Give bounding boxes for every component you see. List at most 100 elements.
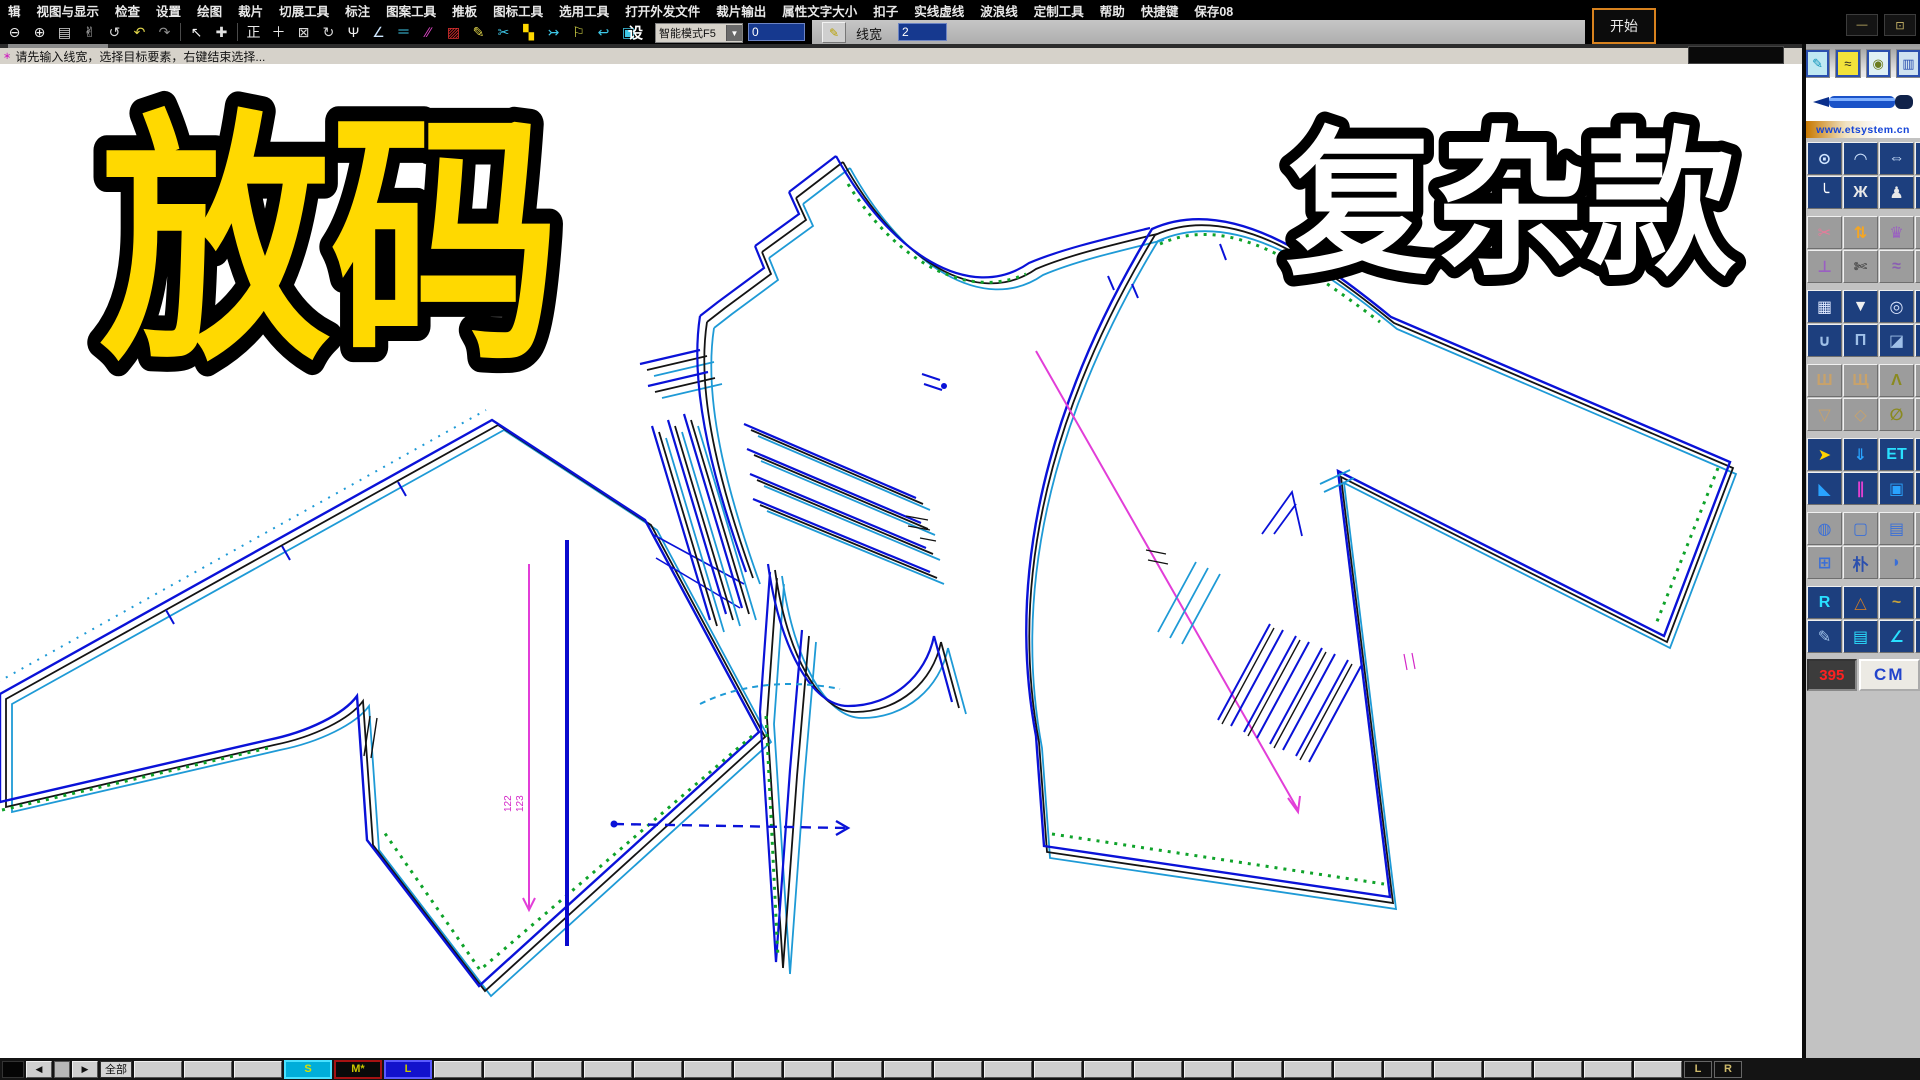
- linewidth-input[interactable]: [898, 23, 947, 41]
- funnel-garment-icon[interactable]: ▼: [1843, 290, 1878, 323]
- angle-points-icon[interactable]: ∠: [1879, 620, 1914, 653]
- hem-tool-icon[interactable]: ◫: [1915, 176, 1920, 209]
- menu-item[interactable]: 设置: [148, 1, 189, 20]
- chevron-down-icon[interactable]: ▼: [726, 25, 742, 41]
- menu-item[interactable]: 辑: [0, 1, 29, 20]
- black-scissors-icon[interactable]: ✄: [1843, 250, 1878, 283]
- menu-item[interactable]: 扣子: [865, 1, 906, 20]
- cut-figure-icon[interactable]: ✂: [491, 21, 516, 43]
- dart-funnel-icon[interactable]: ▽: [1807, 398, 1842, 431]
- flag-icon[interactable]: ⚐: [566, 21, 591, 43]
- scroll-right-button[interactable]: ▶: [72, 1061, 98, 1078]
- pattern-canvas[interactable]: 122 123 放码 复杂款: [0, 64, 1802, 1058]
- screen-view-icon[interactable]: ▤: [52, 21, 77, 43]
- shift-tool-icon[interactable]: ⇒: [1915, 438, 1920, 471]
- flip-piece-icon[interactable]: ⇄: [1915, 472, 1920, 505]
- calc-tool-icon[interactable]: ▤: [1843, 620, 1878, 653]
- point-curve-tool-icon[interactable]: ◠: [1843, 142, 1878, 175]
- punch-tool-icon[interactable]: ⊥: [1807, 250, 1842, 283]
- hatch-icon[interactable]: ▨: [441, 21, 466, 43]
- pen-tool-button[interactable]: ✎: [822, 22, 846, 43]
- et-move-icon[interactable]: ET: [1879, 438, 1914, 471]
- dart-line-icon[interactable]: ∖: [1915, 398, 1920, 431]
- menu-item[interactable]: 图标工具: [485, 1, 551, 20]
- size-cell[interactable]: M*: [334, 1060, 382, 1079]
- parallel-icon[interactable]: ＝: [391, 21, 416, 43]
- grade-arrow-icon[interactable]: ➤: [1807, 438, 1842, 471]
- triangle-marker-icon[interactable]: △: [1843, 586, 1878, 619]
- pink-scissors-icon[interactable]: ✂: [1807, 216, 1842, 249]
- dart-mark-icon[interactable]: ▲: [1915, 364, 1920, 397]
- undo-icon[interactable]: ↶: [127, 21, 152, 43]
- menu-item[interactable]: 保存08: [1186, 1, 1241, 20]
- pleat-fold-icon[interactable]: Щ: [1843, 364, 1878, 397]
- skirt-piece-icon[interactable]: ◩: [1915, 324, 1920, 357]
- pan-hand-icon[interactable]: ✌: [77, 21, 102, 43]
- spiral-tool-icon[interactable]: ◎: [1879, 290, 1914, 323]
- curve-preset-icon[interactable]: ≈: [1836, 50, 1859, 77]
- menu-item[interactable]: 图案工具: [378, 1, 444, 20]
- pen-preset-icon[interactable]: ✎: [1806, 50, 1829, 77]
- point-link-icon[interactable]: ∴: [1915, 620, 1920, 653]
- edge-tool-icon[interactable]: ◨: [1915, 142, 1920, 175]
- radius-measure-icon[interactable]: R: [1807, 586, 1842, 619]
- select-arrow-icon[interactable]: ↖: [184, 21, 209, 43]
- size-cell[interactable]: S: [284, 1060, 332, 1079]
- symmetry-tool-icon[interactable]: Ж: [1843, 176, 1878, 209]
- jacket-piece-icon[interactable]: ◪: [1879, 324, 1914, 357]
- color-quad-icon[interactable]: ▚: [516, 21, 541, 43]
- menu-item[interactable]: 打开外发文件: [617, 1, 708, 20]
- magnifier-tool-icon[interactable]: ⊙: [1807, 142, 1842, 175]
- pink-lines-icon[interactable]: ∕∕: [416, 21, 441, 43]
- minimize-button[interactable]: —: [1846, 14, 1878, 36]
- fork-tool-icon[interactable]: Ψ: [341, 21, 366, 43]
- hook-curve-icon[interactable]: ↩: [591, 21, 616, 43]
- pen-spark-icon[interactable]: ✎: [1807, 620, 1842, 653]
- mark-pen-icon[interactable]: ✎: [466, 21, 491, 43]
- angle-line-icon[interactable]: ∠: [366, 21, 391, 43]
- menu-item[interactable]: 选用工具: [551, 1, 617, 20]
- mode-select[interactable]: 智能模式F5 ▼: [655, 23, 743, 43]
- bucket-piece-icon[interactable]: ∪: [1807, 324, 1842, 357]
- move-tool-icon[interactable]: ✚: [209, 21, 234, 43]
- menu-item[interactable]: 帮助: [1092, 1, 1133, 20]
- clip-preset-icon[interactable]: ▥: [1897, 50, 1920, 77]
- menu-item[interactable]: 裁片: [230, 1, 271, 20]
- lr-button[interactable]: L: [1684, 1061, 1712, 1078]
- panel-tool-icon[interactable]: ◖: [1915, 546, 1920, 579]
- menu-item[interactable]: 检查: [107, 1, 148, 20]
- menu-item[interactable]: 属性文字大小: [774, 1, 865, 20]
- menu-item[interactable]: 绘图: [189, 1, 230, 20]
- curve-graph-icon[interactable]: ╰: [1807, 176, 1842, 209]
- sleeve-curve-icon[interactable]: ~: [1879, 586, 1914, 619]
- press-tool-icon[interactable]: ⊡: [1915, 290, 1920, 323]
- view-refresh-icon[interactable]: ↺: [102, 21, 127, 43]
- snap-arrow-icon[interactable]: ↣: [541, 21, 566, 43]
- spindle-icon[interactable]: ∅: [1879, 398, 1914, 431]
- dash-measure-icon[interactable]: ∥: [1843, 472, 1878, 505]
- offset-input[interactable]: [748, 23, 805, 41]
- refline-icon[interactable]: 正: [241, 21, 266, 43]
- menu-item[interactable]: 标注: [337, 1, 378, 20]
- crown-tool-icon[interactable]: ♛: [1879, 216, 1914, 249]
- sewing-machine-icon[interactable]: ▦: [1807, 290, 1842, 323]
- redo-icon[interactable]: ↷: [152, 21, 177, 43]
- curved-panel-icon[interactable]: ◗: [1879, 546, 1914, 579]
- dart-peaks-icon[interactable]: Λ: [1879, 364, 1914, 397]
- h-piece-icon[interactable]: ▤: [1879, 512, 1914, 545]
- print-button[interactable]: ⊡: [1884, 14, 1916, 36]
- puzzle-run-icon[interactable]: ⊞: [1807, 546, 1842, 579]
- body-figure-icon[interactable]: ♟: [1879, 176, 1914, 209]
- zoom-in-icon[interactable]: ⊕: [27, 21, 52, 43]
- fold-piece-icon[interactable]: ◇: [1843, 398, 1878, 431]
- menu-item[interactable]: 推板: [444, 1, 485, 20]
- rotate-icon[interactable]: ↻: [316, 21, 341, 43]
- zoom-out-icon[interactable]: ⊖: [2, 21, 27, 43]
- menu-item[interactable]: 实线虚线: [906, 1, 972, 20]
- menu-item[interactable]: 裁片输出: [708, 1, 774, 20]
- chain-measure-icon[interactable]: ⇔: [1879, 142, 1914, 175]
- lr-button[interactable]: R: [1714, 1061, 1742, 1078]
- insert-down-icon[interactable]: ⇓: [1843, 438, 1878, 471]
- size-cell[interactable]: L: [384, 1060, 432, 1079]
- kettle-tool-icon[interactable]: ◍: [1807, 512, 1842, 545]
